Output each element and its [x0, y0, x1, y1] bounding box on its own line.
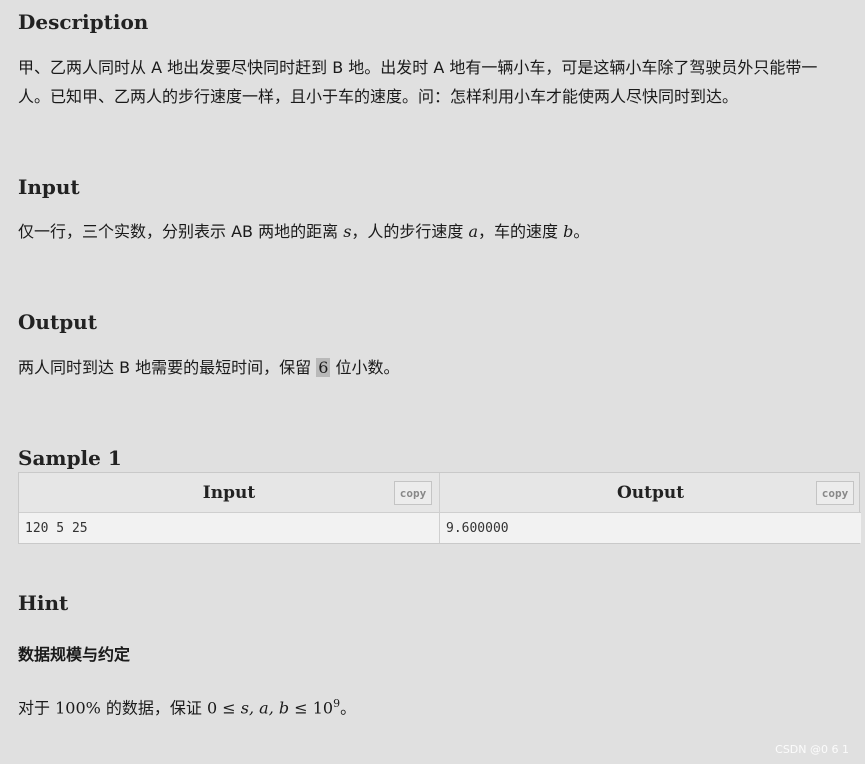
output-text-part: 两人同时到达 B 地需要的最短时间，保留: [18, 358, 317, 377]
hint-text-part: 对于: [18, 698, 56, 718]
hint-zero: 0: [207, 698, 218, 718]
hint-heading: Hint: [18, 591, 69, 615]
output-heading: Output: [18, 310, 97, 334]
sample-output-header: Output copy: [440, 473, 861, 513]
description-text: 甲、乙两人同时从 A 地出发要尽快同时赶到 B 地。出发时 A 地有一辆小车，可…: [18, 53, 817, 111]
hint-base: 10: [312, 698, 334, 718]
description-line-1: 甲、乙两人同时从 A 地出发要尽快同时赶到 B 地。出发时 A 地有一辆小车，可…: [18, 58, 818, 77]
sample-table: Input copy Output copy 120 5 25 9.600000: [18, 472, 861, 544]
input-text-part: ，车的速度: [478, 222, 564, 241]
sample-output-header-label: Output: [616, 482, 685, 503]
hint-text-part: 的数据，保证: [100, 698, 208, 718]
input-text-part: ，人的步行速度: [351, 222, 469, 241]
sample-input-header-label: Input: [202, 482, 256, 503]
input-text: 仅一行，三个实数，分别表示 AB 两地的距离 s，人的步行速度 a，车的速度 b…: [18, 217, 589, 246]
input-text-part: 。: [573, 222, 590, 241]
hint-text-part: 。: [340, 698, 357, 718]
hint-text: 对于 100% 的数据，保证 0 ≤ s, a, b ≤ 109。: [18, 689, 356, 722]
copy-input-button[interactable]: copy: [394, 481, 432, 505]
hint-subheading: 数据规模与约定: [18, 645, 131, 664]
output-text: 两人同时到达 B 地需要的最短时间，保留 6 位小数。: [18, 353, 400, 382]
description-line-2: 人。已知甲、乙两人的步行速度一样，且小于车的速度。问：怎样利用小车才能使两人尽快…: [18, 87, 739, 106]
sample-heading: Sample 1: [18, 446, 122, 470]
input-text-part: 仅一行，三个实数，分别表示 AB 两地的距离: [18, 222, 344, 241]
highlighted-digits: 6: [316, 358, 331, 377]
le-symbol: ≤: [217, 698, 241, 718]
copy-output-button[interactable]: copy: [816, 481, 854, 505]
sample-output-value: 9.600000: [440, 513, 861, 543]
sample-input-header: Input copy: [19, 473, 440, 513]
sample-input-value: 120 5 25: [19, 513, 440, 543]
csdn-watermark: CSDN @0 6 1: [775, 743, 849, 756]
hint-vars: s, a, b: [240, 698, 290, 718]
le-symbol: ≤: [289, 698, 313, 718]
hint-percent: 100%: [55, 698, 101, 718]
var-b: b: [563, 222, 574, 241]
var-a: a: [468, 222, 479, 241]
output-text-part: 位小数。: [330, 358, 400, 377]
input-heading: Input: [18, 175, 80, 199]
description-heading: Description: [18, 10, 149, 34]
